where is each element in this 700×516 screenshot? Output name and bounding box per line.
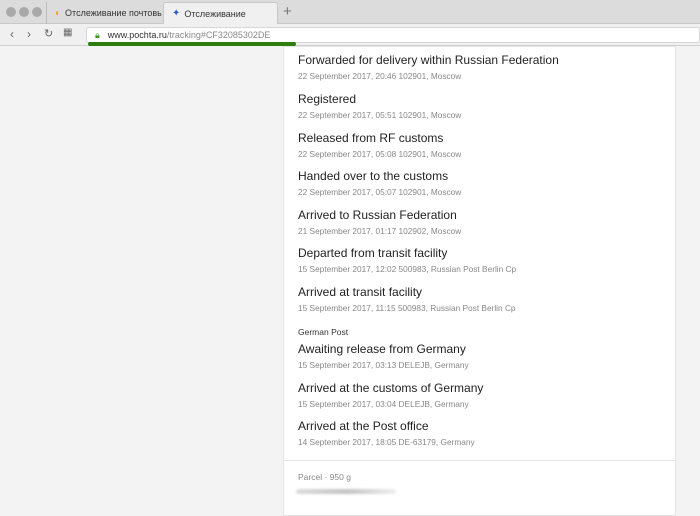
zoom-window-button[interactable] <box>32 7 42 17</box>
group-label: German Post <box>298 327 349 337</box>
event-details: 21 September 2017, 01:17 102902, Moscow <box>298 226 462 236</box>
event-details: 22 September 2017, 05:08 102901, Moscow <box>298 149 462 159</box>
minimize-window-button[interactable] <box>19 7 29 17</box>
event-title: Forwarded for delivery within Russian Fe… <box>298 53 559 67</box>
event-details: 14 September 2017, 18:05 DE-63179, Germa… <box>298 437 475 447</box>
grid-icon[interactable]: ▦ <box>63 27 72 38</box>
event-title: Released from RF customs <box>298 131 444 145</box>
event-title: Awaiting release from Germany <box>298 342 466 356</box>
tracking-event: Arrived at the Post office 14 September 2… <box>298 419 475 447</box>
url-text: www.pochta.ru/tracking#CF32085302DE <box>107 30 271 40</box>
event-title: Arrived at the Post office <box>298 419 429 433</box>
event-title: Handed over to the customs <box>298 169 449 183</box>
tracking-event: Arrived at the customs of Germany 15 Sept… <box>298 381 483 409</box>
tab-aliexpress-tracking[interactable]: ◐Отслеживание почтовых от <box>46 2 162 24</box>
tracking-event: Forwarded for delivery within Russian Fe… <box>298 53 559 81</box>
divider <box>284 460 675 461</box>
tab-label: Отслеживание почтовых от <box>65 8 162 18</box>
tracking-event: Departed from transit facility 15 Septemb… <box>298 246 516 274</box>
aliexpress-icon: ◐ <box>55 7 62 19</box>
event-title: Arrived to Russian Federation <box>298 208 457 222</box>
event-details: 22 September 2017, 20:46 102901, Moscow <box>298 71 462 81</box>
event-title: Arrived at the customs of Germany <box>298 381 484 395</box>
tracking-event: Arrived to Russian Federation 21 Septembe… <box>298 208 461 236</box>
page-load-progress <box>88 42 296 46</box>
lock-icon: 🔒︎ <box>95 29 100 40</box>
event-details: 22 September 2017, 05:51 102901, Moscow <box>298 110 462 120</box>
tracking-event: Handed over to the customs 22 September 2… <box>298 169 461 197</box>
event-title: Departed from transit facility <box>298 246 448 260</box>
forward-icon[interactable]: › <box>27 27 31 41</box>
tab-bar: ◐Отслеживание почтовых от ✦ Отслеживание … <box>0 0 700 24</box>
tab-label: Отслеживание <box>184 8 246 19</box>
redacted-text <box>296 489 396 494</box>
event-title: Arrived at transit facility <box>298 285 423 299</box>
parcel-info: Parcel · 950 g <box>298 472 351 482</box>
tracking-event: Released from RF customs 22 September 201… <box>298 131 461 159</box>
reload-icon[interactable]: ↻ <box>44 27 53 40</box>
event-details: 15 September 2017, 12:02 500983, Russian… <box>298 264 517 274</box>
event-details: 15 September 2017, 03:04 DELEJB, Germany <box>298 399 469 409</box>
event-details: 15 September 2017, 03:13 DELEJB, Germany <box>298 360 469 370</box>
tracking-event: Awaiting release from Germany 15 Septembe… <box>298 342 469 370</box>
back-icon[interactable]: ‹ <box>10 27 14 41</box>
new-tab-button[interactable]: + <box>283 3 292 20</box>
event-details: 22 September 2017, 05:07 102901, Moscow <box>298 187 462 197</box>
tracking-history-card: German Post Parcel · 950 g Forwarded for… <box>283 46 676 516</box>
event-title: Registered <box>298 92 357 106</box>
tracking-event: Registered 22 September 2017, 05:51 10290… <box>298 92 461 120</box>
pochta-eagle-icon: ✦ <box>172 8 181 19</box>
tracking-event: Arrived at transit facility 15 September … <box>298 285 516 313</box>
event-details: 15 September 2017, 11:15 500983, Russian… <box>298 303 516 313</box>
close-window-button[interactable] <box>6 7 16 17</box>
tab-pochta-tracking[interactable]: ✦ Отслеживание <box>163 2 278 24</box>
address-bar[interactable]: 🔒︎ www.pochta.ru/tracking#CF32085302DE <box>86 27 700 43</box>
